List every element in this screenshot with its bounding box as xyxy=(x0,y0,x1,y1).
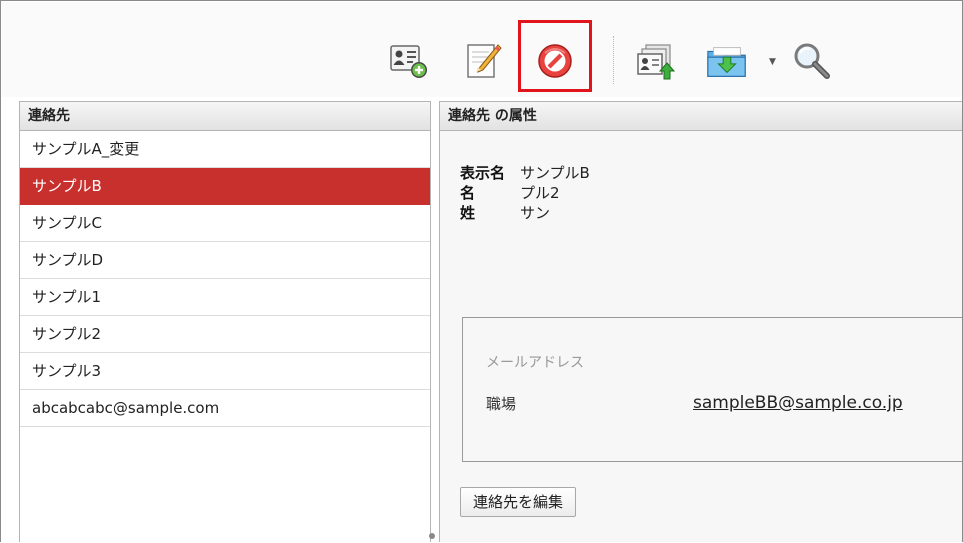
contacts-panel-header: 連絡先 xyxy=(19,101,431,131)
email-section-title: メールアドレス xyxy=(486,355,584,371)
import-dropdown-caret-icon[interactable]: ▼ xyxy=(769,57,776,67)
email-section: メールアドレス 職場 sampleBB@sample.co.jp xyxy=(462,317,962,462)
attributes-panel: 連絡先 の属性 表示名 サンプルB 名 プル2 姓 サン メールアドレス 職場 … xyxy=(439,101,962,542)
magnifier-icon xyxy=(794,43,830,79)
toolbar: ▼ xyxy=(2,2,962,97)
contact-list: サンプルA_変更 サンプルB サンプルC サンプルD サンプル1 サンプル2 サ… xyxy=(20,131,430,427)
attributes-panel-header: 連絡先 の属性 xyxy=(439,101,962,131)
highlight-frame xyxy=(518,20,592,92)
edit-pencil-icon xyxy=(467,44,502,78)
contact-list-item[interactable]: abcabcabc@sample.com xyxy=(20,390,430,427)
attribute-value: サン xyxy=(520,204,551,222)
contact-list-item[interactable]: サンプル1 xyxy=(20,279,430,316)
contacts-app-window: ▼ 連絡先 サンプルA_変更 サンプルB サンプルC サンプルD サンプル1 サ… xyxy=(0,0,963,542)
first-name-row: 名 プル2 xyxy=(460,183,590,203)
folder-import-icon xyxy=(707,47,746,77)
new-contact-button[interactable] xyxy=(387,39,431,83)
display-name-row: 表示名 サンプルB xyxy=(460,163,590,183)
attribute-table: 表示名 サンプルB 名 プル2 姓 サン xyxy=(460,163,590,223)
toolbar-separator xyxy=(613,36,614,84)
attribute-value: サンプルB xyxy=(520,164,590,182)
attribute-key: 姓 xyxy=(460,204,476,222)
contact-list-item-selected[interactable]: サンプルB xyxy=(20,168,430,205)
last-name-row: 姓 サン xyxy=(460,203,590,223)
email-type-label: 職場 xyxy=(486,395,517,413)
import-contacts-button[interactable] xyxy=(705,39,749,83)
contact-list-item[interactable]: サンプルD xyxy=(20,242,430,279)
email-address-link[interactable]: sampleBB@sample.co.jp xyxy=(693,393,903,413)
contact-list-item[interactable]: サンプル3 xyxy=(20,353,430,390)
contact-list-item[interactable]: サンプル2 xyxy=(20,316,430,353)
edit-contact-link-button[interactable]: 連絡先を編集 xyxy=(460,487,577,517)
edit-contact-button[interactable] xyxy=(462,39,506,83)
attribute-value: プル2 xyxy=(520,184,560,202)
contact-list-item[interactable]: サンプルC xyxy=(20,205,430,242)
contacts-export-icon xyxy=(637,44,676,80)
panel-resize-handle[interactable] xyxy=(429,533,435,539)
attribute-key: 表示名 xyxy=(460,164,506,182)
export-contacts-button[interactable] xyxy=(634,39,678,83)
search-button[interactable] xyxy=(790,39,834,83)
attribute-key: 名 xyxy=(460,184,476,202)
contacts-panel: 連絡先 サンプルA_変更 サンプルB サンプルC サンプルD サンプル1 サンプ… xyxy=(19,101,431,542)
contact-card-add-icon xyxy=(390,45,427,78)
contact-list-item[interactable]: サンプルA_変更 xyxy=(20,131,430,168)
